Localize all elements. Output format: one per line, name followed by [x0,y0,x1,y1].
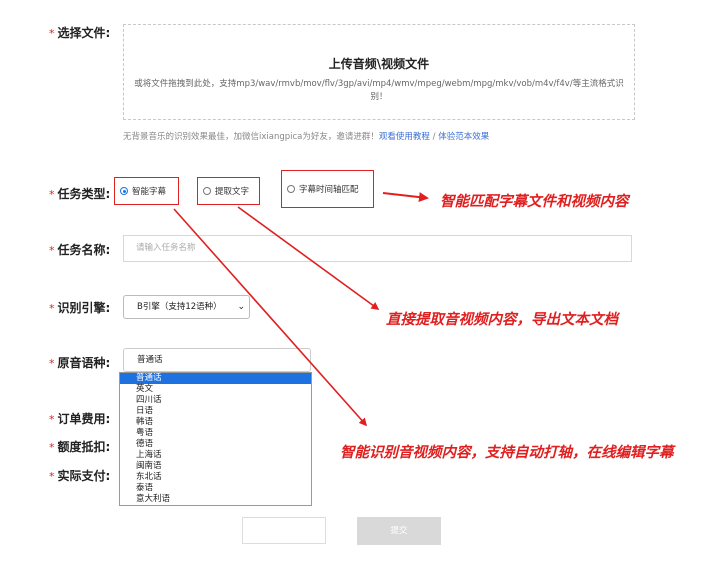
language-option[interactable]: 意大利语 [120,494,311,505]
language-option[interactable]: 上海话 [120,450,311,461]
radio-unchecked-icon [203,187,211,195]
radio-checked-icon [120,187,128,195]
quota-label: * 额度抵扣: [49,440,111,454]
radio-smart-subtitle-label: 智能字幕 [132,187,167,197]
language-option[interactable]: 泰语 [120,483,311,494]
submit-button[interactable]: 提交 [357,517,441,545]
radio-timeline-match[interactable]: 字幕时间轴匹配 [281,170,374,208]
task-name-input[interactable]: 请输入任务名称 [123,235,632,262]
language-option[interactable]: 普通话 [120,373,311,384]
language-option[interactable]: 日语 [120,406,311,417]
radio-extract-text-label: 提取文字 [215,187,250,197]
language-option[interactable]: 粤语 [120,428,311,439]
task-name-label: * 任务名称: [49,243,111,257]
language-option[interactable]: 德语 [120,439,311,450]
radio-timeline-match-label: 字幕时间轴匹配 [299,185,359,195]
sample-link[interactable]: 体验范本效果 [438,132,489,142]
upload-hint: 无背景音乐的识别效果最佳，加微信ixiangpica为好友，邀请进群！观看使用教… [123,130,489,142]
hint-text: 无背景音乐的识别效果最佳，加微信ixiangpica为好友，邀请进群！ [123,132,379,142]
language-option[interactable]: 英文 [120,384,311,395]
arrow-to-annotation-1 [382,192,429,203]
hint-separator: / [429,132,439,142]
upload-title[interactable]: 上传音频\视频文件 [124,55,634,72]
language-label: * 原音语种: [49,356,111,370]
actual-pay-label: * 实际支付: [49,469,111,483]
language-dropdown[interactable]: 普通话 英文 四川话 日语 韩语 粤语 德语 上海话 闽南语 东北话 泰语 意大… [119,372,312,506]
engine-label: * 识别引擎: [49,301,111,315]
language-option[interactable]: 闽南语 [120,461,311,472]
chevron-down-icon: ⌄ [237,302,245,312]
language-option[interactable]: 东北话 [120,472,311,483]
radio-unchecked-icon [287,185,295,193]
annotation-extract-text: 直接提取音视频内容，导出文本文档 [386,312,618,328]
annotation-timeline-match: 智能匹配字幕文件和视频内容 [440,194,629,210]
language-option[interactable]: 韩语 [120,417,311,428]
file-label: * 选择文件: [49,26,111,40]
language-option[interactable]: 四川话 [120,395,311,406]
annotation-smart-subtitle: 智能识别音视频内容，支持自动打轴，在线编辑字幕 [340,445,674,461]
upload-description: 或将文件拖拽到此处，支持mp3/wav/rmvb/mov/flv/3gp/avi… [134,79,624,102]
radio-extract-text[interactable]: 提取文字 [197,177,260,205]
upload-dropzone[interactable]: 上传音频\视频文件 或将文件拖拽到此处，支持mp3/wav/rmvb/mov/f… [123,24,635,120]
tutorial-link[interactable]: 观看使用教程 [379,132,430,142]
engine-select[interactable]: B引擎（支持12语种） ⌄ [123,295,250,319]
engine-selected-value: B引擎（支持12语种） [137,302,222,312]
task-type-label: * 任务类型: [49,187,111,201]
radio-smart-subtitle[interactable]: 智能字幕 [114,177,179,205]
secondary-button[interactable] [242,517,326,544]
language-select[interactable]: 普通话 [123,348,311,372]
order-fee-label: * 订单费用: [49,412,111,426]
